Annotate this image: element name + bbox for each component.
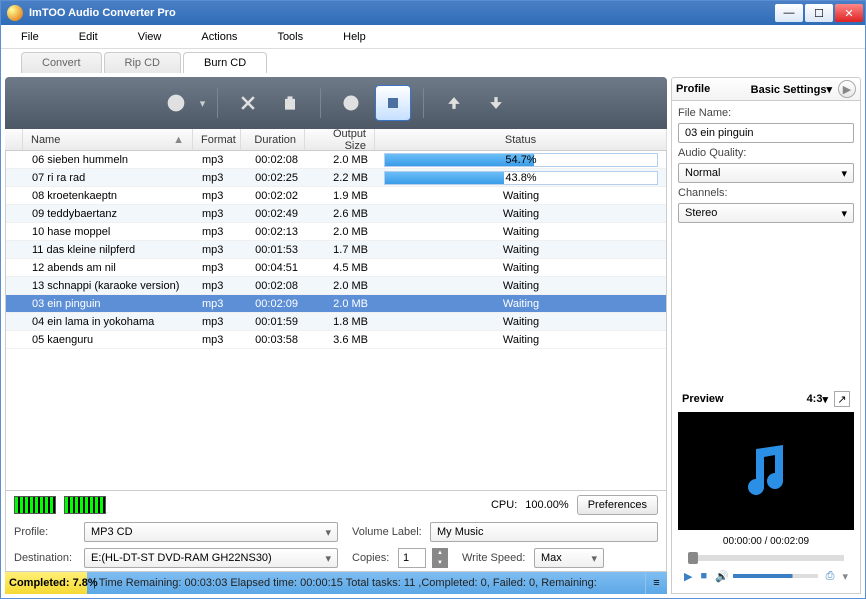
cpu-value: 100.00% — [525, 499, 568, 511]
profile-select[interactable]: MP3 CD▾ — [84, 522, 338, 542]
play-button[interactable]: ▶ — [684, 570, 692, 583]
table-row[interactable]: 05 kaengurump300:03:583.6 MBWaiting — [6, 331, 666, 349]
separator — [320, 88, 321, 118]
destination-label: Destination: — [14, 552, 78, 564]
audio-quality-select[interactable]: Normal▾ — [678, 163, 854, 183]
window-title: ImTOO Audio Converter Pro — [29, 7, 773, 19]
popout-button[interactable]: ↗ — [834, 391, 850, 407]
chevron-down-icon: ▾ — [325, 526, 331, 539]
preview-label: Preview — [682, 393, 807, 405]
menubar: File Edit View Actions Tools Help — [1, 25, 865, 49]
destination-select[interactable]: E:(HL-DT-ST DVD-RAM GH22NS30)▾ — [84, 548, 338, 568]
tabbar: Convert Rip CD Burn CD — [1, 49, 865, 73]
menu-tools[interactable]: Tools — [277, 31, 303, 43]
minimize-button[interactable]: — — [775, 4, 803, 22]
col-format[interactable]: Format — [193, 129, 241, 150]
clear-button[interactable] — [272, 85, 308, 121]
table-row[interactable]: 08 kroetenkaeptnmp300:02:021.9 MBWaiting — [6, 187, 666, 205]
menu-actions[interactable]: Actions — [201, 31, 237, 43]
close-button[interactable]: ✕ — [835, 4, 863, 22]
volume-input[interactable]: My Music — [430, 522, 658, 542]
col-name[interactable]: Name▲ — [23, 129, 193, 150]
write-speed-select[interactable]: Max▾ — [534, 548, 604, 568]
write-speed-label: Write Speed: — [462, 552, 528, 564]
table-row[interactable]: 13 schnappi (karaoke version)mp300:02:08… — [6, 277, 666, 295]
channels-label: Channels: — [678, 187, 854, 199]
dropdown-arrow-icon[interactable]: ▾ — [200, 97, 206, 110]
cpu-meter-1 — [14, 496, 56, 514]
statusbar: Completed: 7.8% | Time Remaining: 00:03:… — [5, 572, 667, 594]
table-row[interactable]: 12 abends am nilmp300:04:514.5 MBWaiting — [6, 259, 666, 277]
basic-settings-toggle[interactable]: Basic Settings▾ — [751, 83, 832, 96]
copies-input[interactable] — [398, 548, 426, 568]
separator — [423, 88, 424, 118]
cpu-label: CPU: — [491, 499, 517, 511]
volume-label: Volume Label: — [352, 526, 424, 538]
copies-spinner[interactable]: ▲▼ — [432, 548, 448, 568]
copies-label: Copies: — [352, 552, 392, 564]
snapshot-dropdown[interactable]: ▾ — [842, 570, 848, 583]
app-icon — [7, 5, 23, 21]
stop-button[interactable] — [375, 85, 411, 121]
maximize-button[interactable]: ☐ — [805, 4, 833, 22]
filename-input[interactable]: 03 ein pinguin — [678, 123, 854, 143]
col-duration[interactable]: Duration — [241, 129, 305, 150]
burn-button[interactable] — [333, 85, 369, 121]
table-row[interactable]: 10 hase moppelmp300:02:132.0 MBWaiting — [6, 223, 666, 241]
filename-label: File Name: — [678, 107, 854, 119]
cpu-meter-2 — [64, 496, 106, 514]
toolbar: ▾ — [5, 77, 667, 129]
expand-button[interactable]: ▶ — [838, 80, 856, 98]
music-note-icon — [741, 441, 791, 501]
col-output-size[interactable]: Output Size — [305, 129, 375, 150]
seek-bar[interactable] — [688, 555, 844, 561]
add-music-button[interactable] — [158, 85, 194, 121]
profile-panel-title: Profile — [676, 83, 710, 95]
move-up-button[interactable] — [436, 85, 472, 121]
move-down-button[interactable] — [478, 85, 514, 121]
volume-icon[interactable]: 🔊 — [715, 570, 729, 583]
chevron-down-icon: ▾ — [325, 552, 331, 565]
menu-view[interactable]: View — [138, 31, 162, 43]
tab-convert[interactable]: Convert — [21, 52, 102, 73]
table-row[interactable]: 06 sieben hummelnmp300:02:082.0 MB54.7% — [6, 151, 666, 169]
tab-burn-cd[interactable]: Burn CD — [183, 52, 267, 73]
preview-screen — [678, 412, 854, 530]
preferences-button[interactable]: Preferences — [577, 495, 658, 515]
chevron-down-icon: ▾ — [841, 207, 847, 220]
channels-select[interactable]: Stereo▾ — [678, 203, 854, 223]
delete-button[interactable] — [230, 85, 266, 121]
menu-edit[interactable]: Edit — [79, 31, 98, 43]
table-row[interactable]: 04 ein lama in yokohamamp300:01:591.8 MB… — [6, 313, 666, 331]
aspect-ratio-toggle[interactable]: 4:3▾ — [807, 393, 828, 406]
table-row[interactable]: 07 ri ra radmp300:02:252.2 MB43.8% — [6, 169, 666, 187]
col-status[interactable]: Status — [375, 129, 667, 150]
status-text: | Time Remaining: 00:03:03 Elapsed time:… — [87, 577, 645, 589]
audio-quality-label: Audio Quality: — [678, 147, 854, 159]
table-row[interactable]: 09 teddybaertanzmp300:02:492.6 MBWaiting — [6, 205, 666, 223]
titlebar: ImTOO Audio Converter Pro — ☐ ✕ — [1, 1, 865, 25]
snapshot-button[interactable]: ⎙ — [826, 570, 835, 583]
chevron-down-icon: ▾ — [591, 552, 597, 565]
profile-label: Profile: — [14, 526, 78, 538]
tab-rip-cd[interactable]: Rip CD — [104, 52, 181, 73]
table-row[interactable]: 11 das kleine nilpferdmp300:01:531.7 MBW… — [6, 241, 666, 259]
table-row[interactable]: 03 ein pinguinmp300:02:092.0 MBWaiting — [6, 295, 666, 313]
status-completed: Completed: 7.8% — [5, 572, 87, 594]
chevron-down-icon: ▾ — [841, 167, 847, 180]
col-check[interactable] — [5, 129, 23, 150]
separator — [217, 88, 218, 118]
volume-slider[interactable] — [733, 574, 818, 578]
menu-help[interactable]: Help — [343, 31, 366, 43]
stop-preview-button[interactable]: ■ — [700, 570, 707, 582]
grid-header: Name▲ Format Duration Output Size Status — [5, 129, 667, 151]
status-detail-button[interactable]: ≡ — [645, 572, 667, 594]
grid-body[interactable]: 06 sieben hummelnmp300:02:082.0 MB54.7%0… — [5, 151, 667, 491]
menu-file[interactable]: File — [21, 31, 39, 43]
preview-time: 00:00:00 / 00:02:09 — [678, 532, 854, 551]
